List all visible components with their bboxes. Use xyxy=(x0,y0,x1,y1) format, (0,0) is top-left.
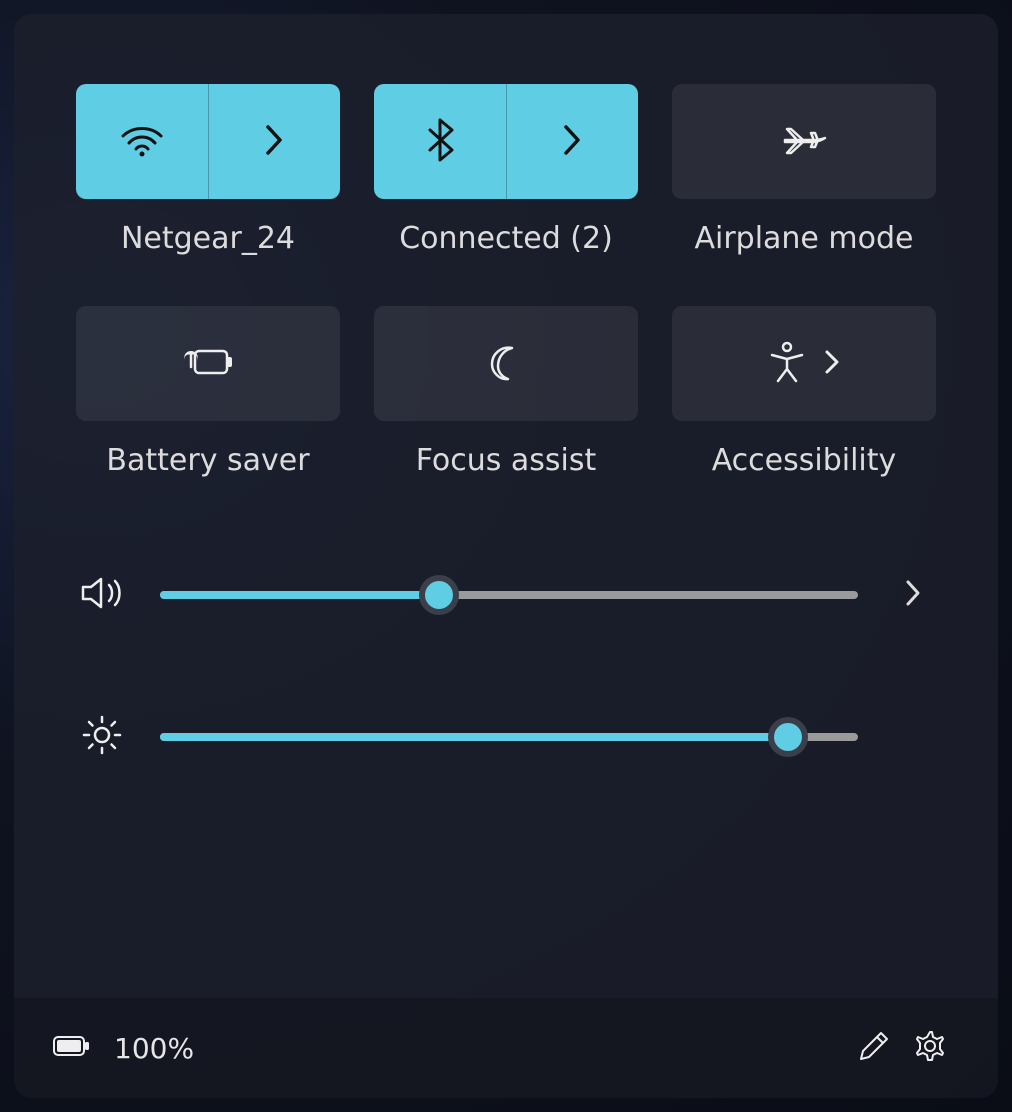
wifi-tile[interactable] xyxy=(76,84,340,199)
settings-button[interactable] xyxy=(902,1020,958,1076)
pencil-icon xyxy=(857,1029,891,1067)
brightness-slider-thumb[interactable] xyxy=(768,717,808,757)
bluetooth-tile[interactable] xyxy=(374,84,638,199)
battery-icon xyxy=(52,1034,92,1062)
battery-saver-icon xyxy=(181,345,235,383)
volume-row xyxy=(76,573,936,617)
focus-assist-tile[interactable] xyxy=(374,306,638,421)
brightness-row xyxy=(76,713,936,761)
volume-button[interactable] xyxy=(76,573,128,617)
chevron-right-icon xyxy=(904,578,922,612)
footer-bar: 100% xyxy=(14,998,998,1098)
volume-slider-thumb[interactable] xyxy=(419,575,459,615)
tiles-grid: Netgear_24 xyxy=(76,84,936,478)
gear-icon xyxy=(913,1029,947,1067)
battery-saver-tile[interactable] xyxy=(76,306,340,421)
wifi-toggle-half[interactable] xyxy=(76,84,209,199)
volume-expand-button[interactable] xyxy=(890,578,936,612)
moon-icon xyxy=(486,342,526,386)
chevron-right-icon xyxy=(562,123,582,161)
accessibility-icon xyxy=(768,341,806,387)
volume-slider[interactable] xyxy=(160,591,858,599)
focus-assist-label: Focus assist xyxy=(416,443,597,478)
airplane-label: Airplane mode xyxy=(694,221,913,256)
bluetooth-toggle-half[interactable] xyxy=(374,84,507,199)
brightness-icon xyxy=(80,713,124,761)
bluetooth-icon xyxy=(426,118,454,166)
bluetooth-expand-half[interactable] xyxy=(507,84,639,199)
chevron-right-icon xyxy=(264,123,284,161)
accessibility-tile[interactable] xyxy=(672,306,936,421)
battery-percent-label: 100% xyxy=(114,1032,194,1065)
battery-saver-tile-wrap: Battery saver xyxy=(76,306,340,478)
main-area: Netgear_24 xyxy=(14,14,998,998)
quick-settings-panel: Netgear_24 xyxy=(14,14,998,1098)
bluetooth-tile-wrap: Connected (2) xyxy=(374,84,638,256)
bluetooth-label: Connected (2) xyxy=(399,221,613,256)
wifi-icon xyxy=(119,122,165,162)
chevron-right-icon xyxy=(824,349,840,379)
airplane-icon xyxy=(779,119,829,165)
brightness-button[interactable] xyxy=(76,713,128,761)
wifi-label: Netgear_24 xyxy=(121,221,295,256)
wifi-tile-wrap: Netgear_24 xyxy=(76,84,340,256)
speaker-icon xyxy=(79,573,125,617)
sliders-area xyxy=(76,573,936,761)
battery-status-button[interactable]: 100% xyxy=(52,1032,194,1065)
wifi-expand-half[interactable] xyxy=(209,84,341,199)
airplane-tile[interactable] xyxy=(672,84,936,199)
airplane-tile-wrap: Airplane mode xyxy=(672,84,936,256)
accessibility-tile-wrap: Accessibility xyxy=(672,306,936,478)
focus-assist-tile-wrap: Focus assist xyxy=(374,306,638,478)
battery-saver-label: Battery saver xyxy=(106,443,309,478)
edit-button[interactable] xyxy=(846,1020,902,1076)
brightness-slider[interactable] xyxy=(160,733,858,741)
accessibility-label: Accessibility xyxy=(712,443,897,478)
